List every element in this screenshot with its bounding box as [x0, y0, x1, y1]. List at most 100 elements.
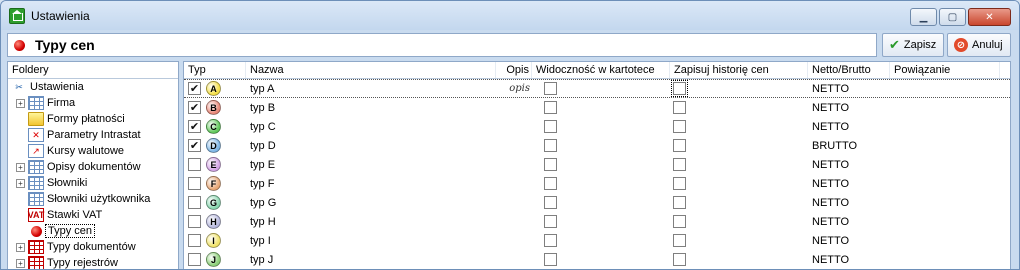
tree-item-typy-cen[interactable]: Typy cen: [8, 223, 178, 239]
table-row[interactable]: Ityp I NETTO: [184, 231, 1010, 250]
netto-brutto-cell[interactable]: NETTO: [808, 155, 890, 174]
column-header-nazwa[interactable]: Nazwa: [246, 62, 496, 78]
tree-item-ustawienia[interactable]: ✂ Ustawienia: [8, 79, 178, 95]
active-checkbox[interactable]: [188, 234, 201, 247]
tree-item-slowniki[interactable]: + Słowniki: [8, 175, 178, 191]
description-cell[interactable]: [496, 250, 532, 269]
name-cell[interactable]: typ B: [246, 98, 496, 117]
visibility-checkbox[interactable]: [544, 139, 557, 152]
table-row[interactable]: ✔ Dtyp D BRUTTO: [184, 136, 1010, 155]
netto-brutto-cell[interactable]: BRUTTO: [808, 136, 890, 155]
active-checkbox[interactable]: [188, 158, 201, 171]
expand-icon[interactable]: +: [16, 178, 25, 188]
title-bar[interactable]: Ustawienia ▁ ▢ ✕: [1, 1, 1019, 30]
table-row[interactable]: Jtyp J NETTO: [184, 250, 1010, 269]
save-button[interactable]: ✔ Zapisz: [882, 33, 944, 57]
netto-brutto-cell[interactable]: NETTO: [808, 193, 890, 212]
link-cell[interactable]: [890, 155, 990, 174]
visibility-checkbox[interactable]: [544, 196, 557, 209]
column-header-netto-brutto[interactable]: Netto/Brutto: [808, 62, 890, 78]
name-cell[interactable]: typ G: [246, 193, 496, 212]
name-cell[interactable]: typ J: [246, 250, 496, 269]
netto-brutto-cell[interactable]: NETTO: [808, 98, 890, 117]
history-checkbox[interactable]: [673, 101, 686, 114]
name-cell[interactable]: typ E: [246, 155, 496, 174]
tree-item-opisy-dokumentow[interactable]: + Opisy dokumentów: [8, 159, 178, 175]
visibility-checkbox[interactable]: [544, 215, 557, 228]
link-cell[interactable]: [890, 231, 990, 250]
link-cell[interactable]: [890, 212, 990, 231]
table-row[interactable]: Gtyp G NETTO: [184, 193, 1010, 212]
tree-item-kursy-walutowe[interactable]: ↗ Kursy walutowe: [8, 143, 178, 159]
column-header-widocznosc[interactable]: Widoczność w kartotece: [532, 62, 670, 78]
name-cell[interactable]: typ F: [246, 174, 496, 193]
active-checkbox[interactable]: ✔: [188, 101, 201, 114]
tree-item-stawki-vat[interactable]: VAT Stawki VAT: [8, 207, 178, 223]
link-cell[interactable]: [890, 250, 990, 269]
netto-brutto-cell[interactable]: NETTO: [808, 212, 890, 231]
maximize-button[interactable]: ▢: [939, 8, 966, 26]
tree-item-formy-platnosci[interactable]: Formy płatności: [8, 111, 178, 127]
column-header-historia[interactable]: Zapisuj historię cen: [670, 62, 808, 78]
description-cell[interactable]: [496, 212, 532, 231]
active-checkbox[interactable]: ✔: [188, 139, 201, 152]
table-row[interactable]: ✔ Atyp Aopis NETTO: [184, 79, 1010, 98]
name-cell[interactable]: typ I: [246, 231, 496, 250]
table-row[interactable]: Htyp H NETTO: [184, 212, 1010, 231]
active-checkbox[interactable]: [188, 177, 201, 190]
history-checkbox[interactable]: [673, 196, 686, 209]
netto-brutto-cell[interactable]: NETTO: [808, 79, 890, 98]
tree-item-firma[interactable]: + Firma: [8, 95, 178, 111]
close-button[interactable]: ✕: [968, 8, 1011, 26]
description-cell[interactable]: [496, 98, 532, 117]
active-checkbox[interactable]: ✔: [188, 120, 201, 133]
tree-item-typy-rejestrow[interactable]: + Typy rejestrów: [8, 255, 178, 269]
visibility-checkbox[interactable]: [544, 101, 557, 114]
active-checkbox[interactable]: [188, 196, 201, 209]
link-cell[interactable]: [890, 174, 990, 193]
history-checkbox[interactable]: [673, 177, 686, 190]
visibility-checkbox[interactable]: [544, 82, 557, 95]
history-checkbox[interactable]: [673, 215, 686, 228]
visibility-checkbox[interactable]: [544, 120, 557, 133]
description-cell[interactable]: [496, 174, 532, 193]
column-header-typ[interactable]: Typ: [184, 62, 246, 78]
tree-item-parametry-intrastat[interactable]: ✕ Parametry Intrastat: [8, 127, 178, 143]
visibility-checkbox[interactable]: [544, 234, 557, 247]
expand-icon[interactable]: +: [16, 98, 25, 108]
table-row[interactable]: ✔ Btyp B NETTO: [184, 98, 1010, 117]
expand-icon[interactable]: +: [16, 258, 25, 268]
link-cell[interactable]: [890, 117, 990, 136]
active-checkbox[interactable]: [188, 215, 201, 228]
expand-icon[interactable]: +: [16, 242, 25, 252]
table-row[interactable]: Etyp E NETTO: [184, 155, 1010, 174]
description-cell[interactable]: [496, 136, 532, 155]
description-cell[interactable]: opis: [496, 79, 532, 98]
name-cell[interactable]: typ H: [246, 212, 496, 231]
description-cell[interactable]: [496, 193, 532, 212]
active-checkbox[interactable]: [188, 253, 201, 266]
history-checkbox[interactable]: [673, 253, 686, 266]
netto-brutto-cell[interactable]: NETTO: [808, 250, 890, 269]
history-checkbox[interactable]: [673, 234, 686, 247]
link-cell[interactable]: [890, 98, 990, 117]
name-cell[interactable]: typ A: [246, 79, 496, 98]
description-cell[interactable]: [496, 155, 532, 174]
netto-brutto-cell[interactable]: NETTO: [808, 231, 890, 250]
tree-item-typy-dokumentow[interactable]: + Typy dokumentów: [8, 239, 178, 255]
link-cell[interactable]: [890, 193, 990, 212]
expand-icon[interactable]: +: [16, 162, 25, 172]
link-cell[interactable]: [890, 79, 990, 98]
history-checkbox[interactable]: [673, 139, 686, 152]
cancel-button[interactable]: ⊘ Anuluj: [947, 33, 1011, 57]
history-checkbox[interactable]: [673, 120, 686, 133]
minimize-button[interactable]: ▁: [910, 8, 937, 26]
history-checkbox[interactable]: [671, 80, 688, 97]
visibility-checkbox[interactable]: [544, 158, 557, 171]
table-row[interactable]: Ftyp F NETTO: [184, 174, 1010, 193]
tree-item-slowniki-uzytkownika[interactable]: Słowniki użytkownika: [8, 191, 178, 207]
name-cell[interactable]: typ D: [246, 136, 496, 155]
netto-brutto-cell[interactable]: NETTO: [808, 117, 890, 136]
link-cell[interactable]: [890, 136, 990, 155]
visibility-checkbox[interactable]: [544, 177, 557, 190]
